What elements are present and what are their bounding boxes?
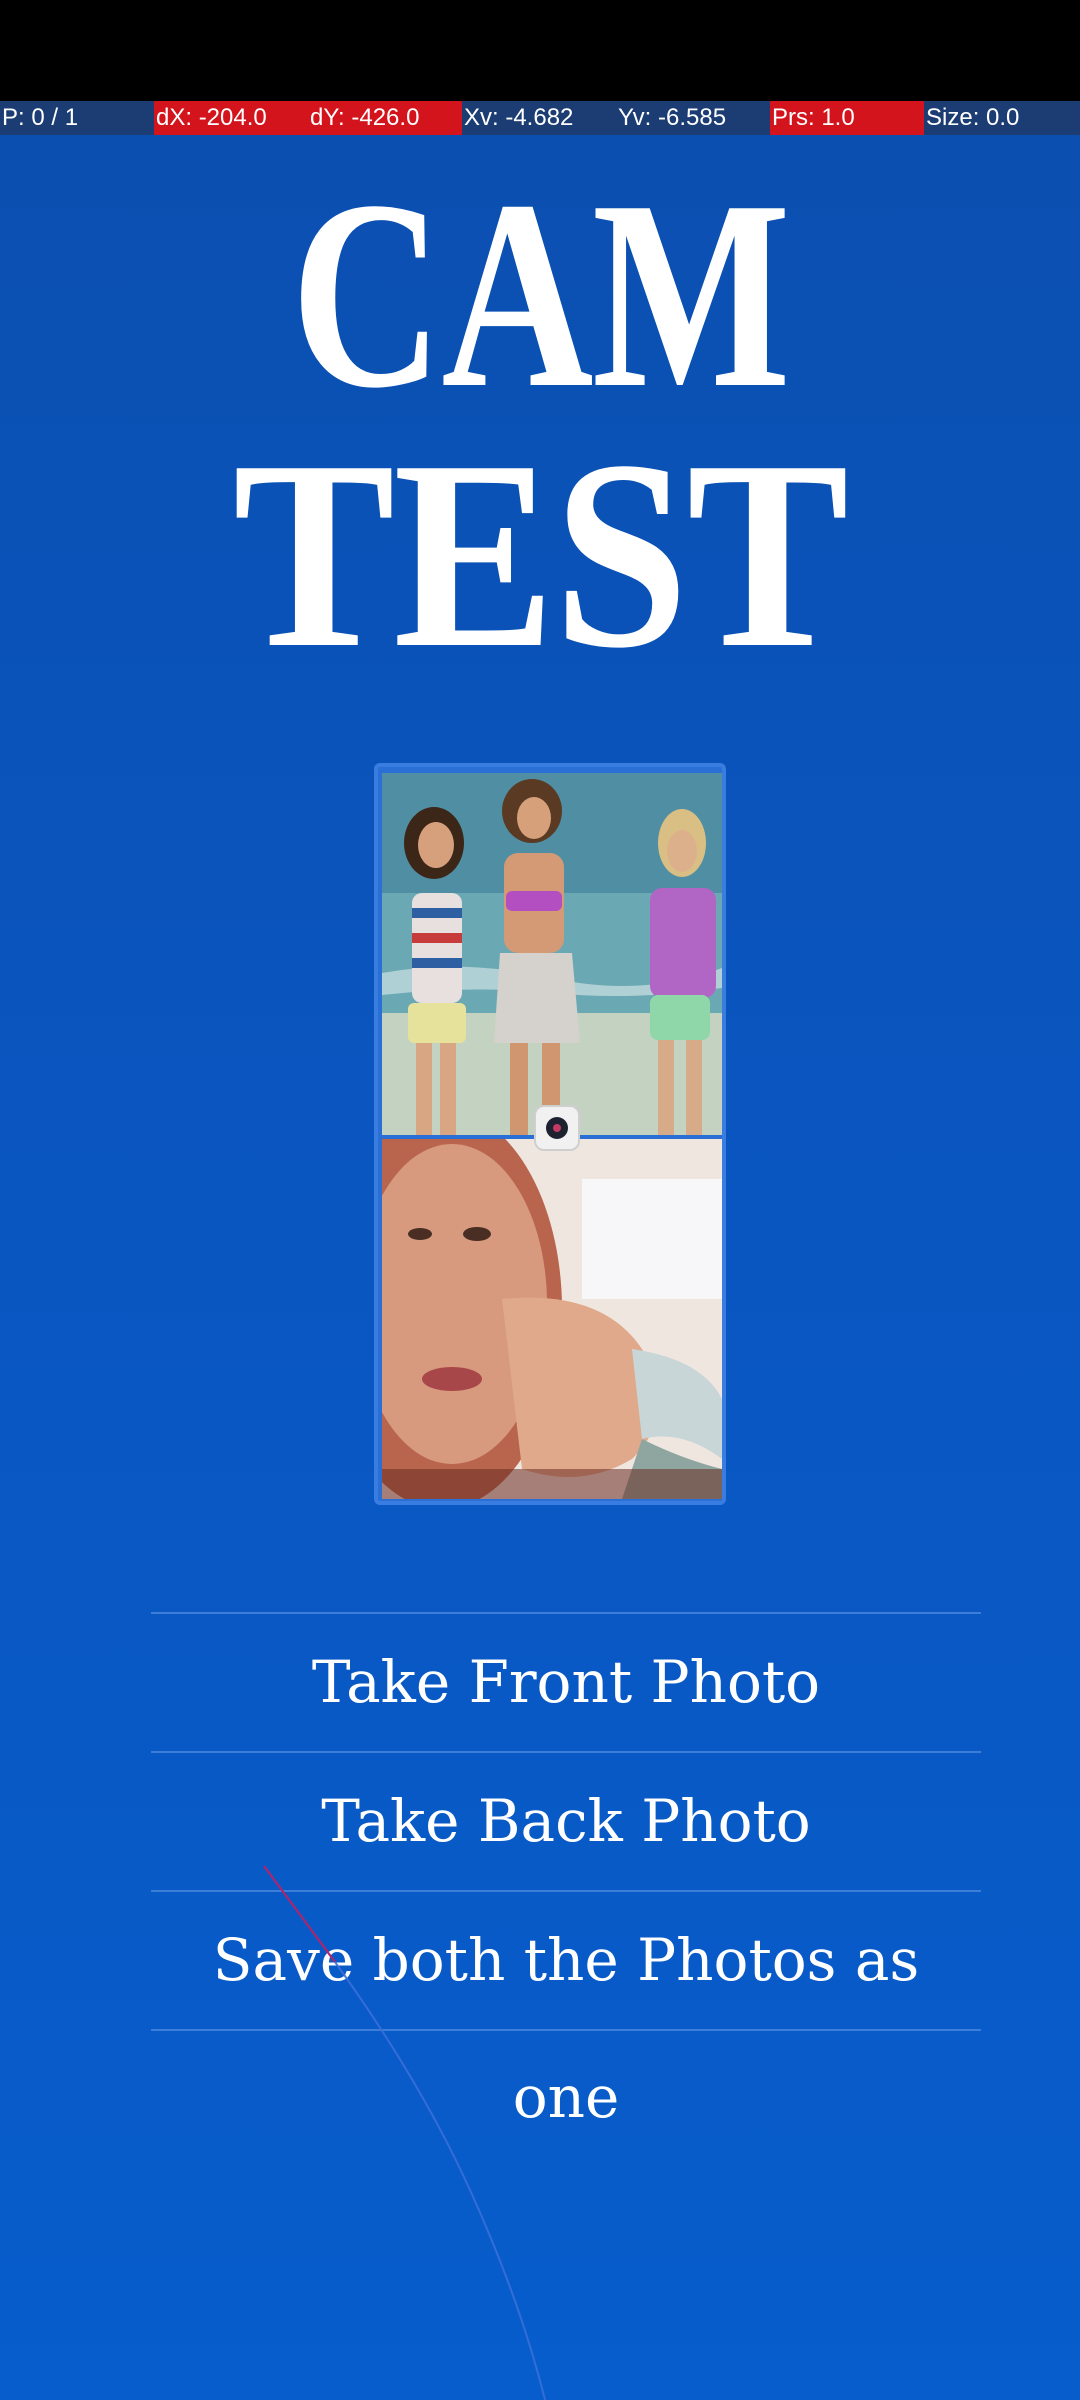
action-menu: Take Front Photo Take Back Photo Save bo… bbox=[151, 1612, 981, 2131]
pointer-size: Size: 0.0 bbox=[924, 101, 1080, 135]
pointer-count: P: 0 / 1 bbox=[0, 101, 154, 135]
back-photo-preview bbox=[382, 1139, 722, 1499]
pointer-dy: dY: -426.0 bbox=[308, 101, 462, 135]
pointer-dx: dX: -204.0 bbox=[154, 101, 308, 135]
front-photo-preview bbox=[382, 773, 722, 1135]
take-back-photo-button[interactable]: Take Back Photo bbox=[151, 1753, 981, 1890]
take-front-photo-button[interactable]: Take Front Photo bbox=[151, 1614, 981, 1751]
app-title-line-1: CAM bbox=[290, 145, 791, 444]
save-combined-photo-button[interactable]: Save both the Photos as one bbox=[151, 1892, 981, 2131]
camera-switch-icon[interactable] bbox=[534, 1105, 580, 1151]
beach-women-photo bbox=[382, 773, 722, 1135]
photo-preview-frame bbox=[374, 763, 726, 1505]
selfie-photo bbox=[382, 1139, 722, 1499]
pointer-pressure: Prs: 1.0 bbox=[770, 101, 924, 135]
app-title-line-2: TEST bbox=[232, 405, 849, 704]
pointer-location-overlay: P: 0 / 1 dX: -204.0 dY: -426.0 Xv: -4.68… bbox=[0, 101, 1080, 135]
status-bar bbox=[0, 0, 1080, 101]
pointer-yv: Yv: -6.585 bbox=[616, 101, 770, 135]
camera-lens-icon bbox=[546, 1117, 568, 1139]
pointer-xv: Xv: -4.682 bbox=[462, 101, 616, 135]
